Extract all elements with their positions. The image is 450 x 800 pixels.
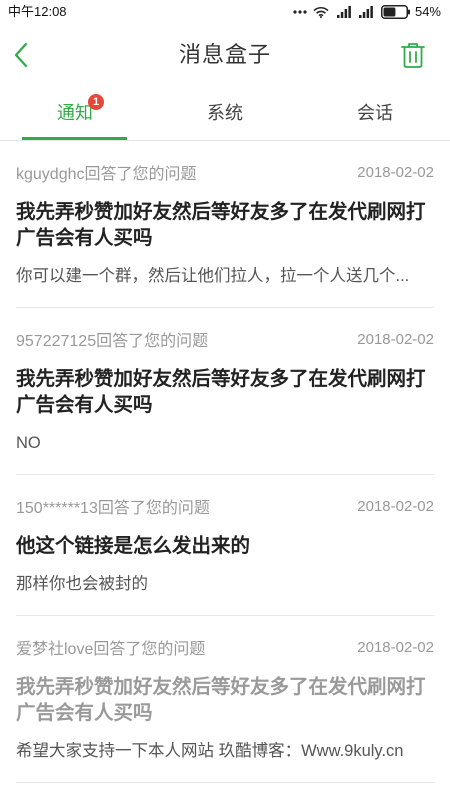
message-date: 2018-02-02 — [357, 330, 434, 348]
message-item[interactable]: kguydghc回答了您的问题 2018-02-02 我先弄秒赞加好友然后等好友… — [16, 141, 434, 308]
tab-label-system: 系统 — [207, 103, 243, 123]
question-title: 我先弄秒赞加好友然后等好友多了在发代刷网打广告会有人买吗 — [16, 368, 426, 416]
battery-percent: 54% — [414, 4, 441, 19]
message-meta-row: kguydghc回答了您的问题 2018-02-02 — [16, 161, 434, 184]
tab-label-wrap: 会话 — [357, 104, 393, 122]
top-app-bar: 消息盒子 — [0, 24, 450, 86]
chevron-left-icon — [14, 42, 28, 68]
clear-messages-button[interactable] — [398, 40, 428, 70]
message-item[interactable]: 957227125回答了您的问题 2018-02-02 我先弄秒赞加好友然后等好… — [16, 308, 434, 475]
battery-level-fill — [383, 7, 396, 17]
message-sender-line: 爱梦社love回答了您的问题 — [16, 641, 206, 658]
message-sender-line: kguydghc回答了您的问题 — [16, 166, 197, 183]
answer-excerpt: 希望大家支持一下本人网站 玖酷博客：Www.9kuly.cn — [16, 742, 404, 760]
message-item[interactable]: 爱梦社love回答了您的问题 2018-02-02 我先弄秒赞加好友然后等好友多… — [16, 616, 434, 783]
message-sender-line: 150******13回答了您的问题 — [16, 500, 210, 517]
signal-icon — [336, 6, 351, 18]
active-tab-indicator — [22, 137, 127, 140]
tab-label-wrap: 通知 1 — [57, 94, 104, 123]
answer-excerpt: NO — [16, 434, 41, 452]
status-time: 中午12:08 — [8, 4, 67, 19]
message-sender-line: 957227125回答了您的问题 — [16, 333, 209, 350]
tab-label-wrap: 系统 — [207, 104, 243, 122]
status-icons: 54% — [293, 0, 441, 24]
back-button[interactable] — [6, 40, 36, 70]
page-title: 消息盒子 — [178, 42, 271, 67]
question-title: 他这个链接是怎么发出来的 — [16, 535, 251, 557]
tab-label-notifications: 通知 — [57, 103, 93, 123]
message-list: kguydghc回答了您的问题 2018-02-02 我先弄秒赞加好友然后等好友… — [0, 141, 450, 783]
trash-icon — [401, 43, 425, 68]
question-title: 我先弄秒赞加好友然后等好友多了在发代刷网打广告会有人买吗 — [16, 201, 426, 249]
battery-icon — [380, 5, 410, 19]
tab-notifications[interactable]: 通知 1 — [0, 86, 150, 140]
message-meta-row: 爱梦社love回答了您的问题 2018-02-02 — [16, 636, 434, 659]
message-item[interactable]: 150******13回答了您的问题 2018-02-02 他这个链接是怎么发出… — [16, 475, 434, 616]
tab-bar: 通知 1 系统 会话 — [0, 86, 450, 141]
tab-system[interactable]: 系统 — [150, 86, 300, 140]
unread-count-badge: 1 — [88, 94, 104, 110]
message-date: 2018-02-02 — [357, 638, 434, 656]
message-meta-row: 150******13回答了您的问题 2018-02-02 — [16, 495, 434, 518]
wifi-icon — [313, 6, 329, 18]
answer-excerpt: 你可以建一个群，然后让他们拉人，拉一个人送几个... — [16, 267, 410, 285]
signal-icon — [358, 6, 373, 18]
question-title: 我先弄秒赞加好友然后等好友多了在发代刷网打广告会有人买吗 — [16, 676, 426, 724]
status-bar: 中午12:08 54% — [0, 0, 450, 24]
tab-conversations[interactable]: 会话 — [300, 86, 450, 140]
message-date: 2018-02-02 — [357, 497, 434, 515]
tab-label-conversations: 会话 — [357, 103, 393, 123]
message-date: 2018-02-02 — [357, 163, 434, 181]
answer-excerpt: 那样你也会被封的 — [16, 575, 148, 593]
more-dots-icon — [293, 10, 307, 14]
message-meta-row: 957227125回答了您的问题 2018-02-02 — [16, 328, 434, 351]
